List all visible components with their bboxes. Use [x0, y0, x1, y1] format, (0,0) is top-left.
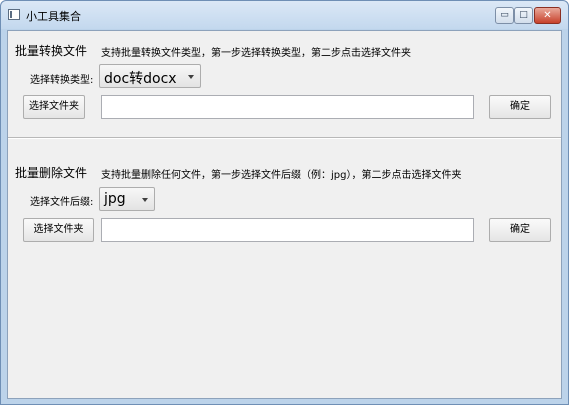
- main-panel: 批量转换文件 支持批量转换文件类型，第一步选择转换类型，第二步点击选择文件夹 选…: [7, 30, 562, 399]
- convert-type-label: 选择转换类型:: [30, 75, 94, 86]
- chevron-down-icon: [188, 75, 194, 79]
- convert-type-select[interactable]: doc转docx: [99, 64, 201, 88]
- delete-confirm-button[interactable]: 确定: [489, 218, 551, 242]
- maximize-button[interactable]: □: [514, 7, 533, 24]
- minimize-button[interactable]: ▭: [495, 7, 514, 24]
- window-title: 小工具集合: [26, 10, 81, 23]
- delete-description: 支持批量删除任何文件，第一步选择文件后缀（例：jpg），第二步点击选择文件夹: [101, 170, 462, 181]
- convert-confirm-button[interactable]: 确定: [489, 95, 551, 119]
- section-divider: [8, 137, 561, 139]
- delete-suffix-select[interactable]: jpg: [99, 187, 155, 211]
- delete-section-title: 批量删除文件: [15, 166, 88, 180]
- chevron-down-icon: [142, 198, 148, 202]
- convert-section-title: 批量转换文件: [15, 44, 88, 58]
- delete-suffix-label: 选择文件后缀:: [30, 197, 94, 208]
- convert-type-selected-value: doc转docx: [104, 71, 177, 87]
- close-button[interactable]: ✕: [534, 7, 561, 24]
- title-bar[interactable]: 小工具集合 ▭ □ ✕: [1, 1, 568, 29]
- convert-choose-folder-button[interactable]: 选择文件夹: [23, 95, 85, 119]
- convert-folder-path-input[interactable]: [101, 95, 474, 119]
- app-window-icon: [8, 9, 20, 20]
- convert-description: 支持批量转换文件类型，第一步选择转换类型，第二步点击选择文件夹: [101, 48, 411, 59]
- delete-suffix-selected-value: jpg: [104, 191, 126, 207]
- app-window: 小工具集合 ▭ □ ✕ 批量转换文件 支持批量转换文件类型，第一步选择转换类型，…: [0, 0, 569, 405]
- delete-choose-folder-button[interactable]: 选择文件夹: [23, 218, 94, 242]
- delete-folder-path-input[interactable]: [101, 218, 474, 242]
